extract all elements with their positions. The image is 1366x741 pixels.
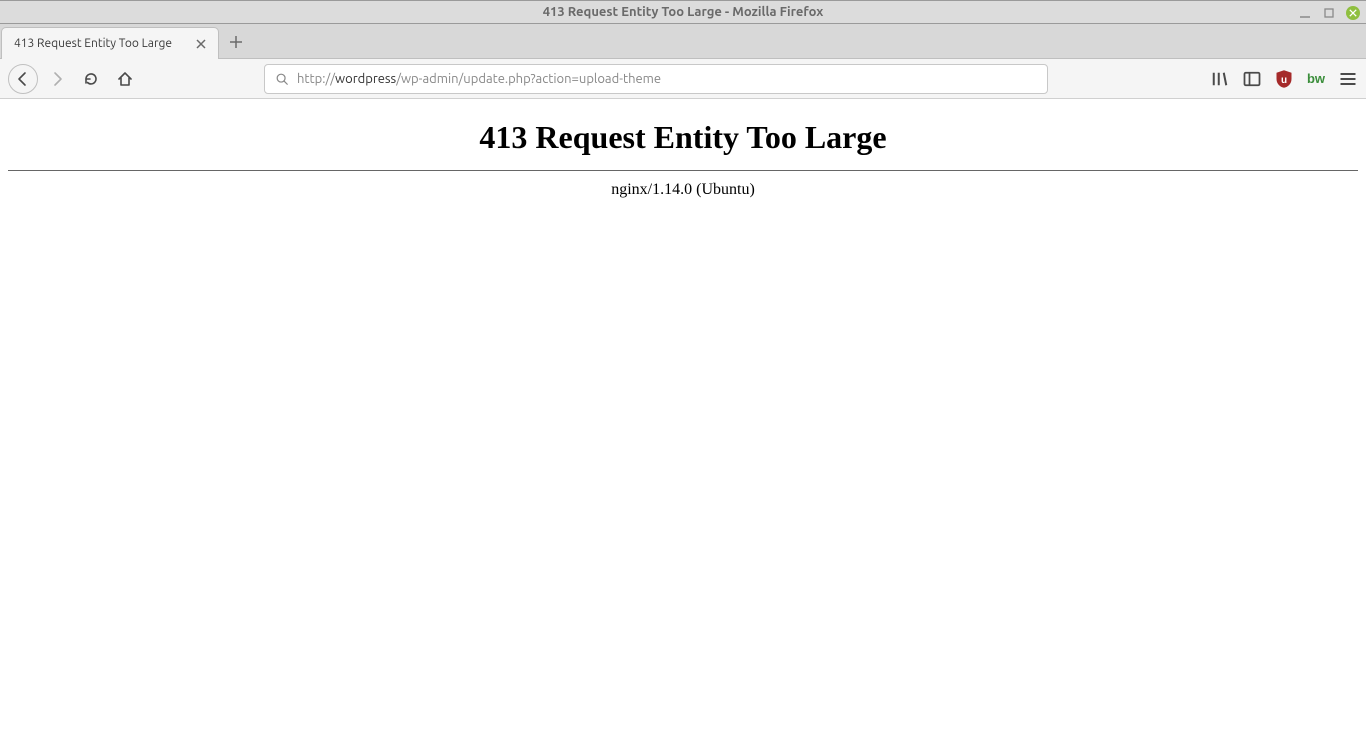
window-titlebar: 413 Request Entity Too Large - Mozilla F…	[0, 0, 1366, 24]
back-button[interactable]	[8, 64, 38, 94]
tab-bar: 413 Request Entity Too Large	[0, 24, 1366, 59]
url-prefix: http://	[297, 72, 335, 86]
bitwarden-icon[interactable]: bw	[1306, 69, 1326, 89]
window-title: 413 Request Entity Too Large - Mozilla F…	[0, 5, 1366, 19]
navigation-toolbar: http://wordpress/wp-admin/update.php?act…	[0, 59, 1366, 99]
new-tab-button[interactable]	[219, 26, 253, 58]
error-heading: 413 Request Entity Too Large	[8, 119, 1358, 156]
library-icon[interactable]	[1210, 69, 1230, 89]
sidebar-icon[interactable]	[1242, 69, 1262, 89]
svg-text:u: u	[1281, 74, 1287, 85]
forward-button[interactable]	[42, 64, 72, 94]
url-bar[interactable]: http://wordpress/wp-admin/update.php?act…	[264, 64, 1048, 94]
ublock-icon[interactable]: u	[1274, 69, 1294, 89]
toolbar-right-icons: u bw	[1210, 69, 1358, 89]
page-content: 413 Request Entity Too Large nginx/1.14.…	[0, 99, 1366, 207]
reload-button[interactable]	[76, 64, 106, 94]
browser-tab[interactable]: 413 Request Entity Too Large	[1, 27, 219, 59]
url-host: wordpress	[335, 72, 396, 86]
divider	[8, 170, 1358, 171]
hamburger-menu-icon[interactable]	[1338, 69, 1358, 89]
url-text: http://wordpress/wp-admin/update.php?act…	[297, 72, 1037, 86]
tab-title: 413 Request Entity Too Large	[14, 37, 192, 50]
home-button[interactable]	[110, 64, 140, 94]
window-controls	[1298, 1, 1360, 25]
window-minimize-button[interactable]	[1298, 6, 1312, 20]
window-maximize-button[interactable]	[1322, 6, 1336, 20]
tab-close-button[interactable]	[192, 35, 210, 53]
search-icon	[275, 72, 289, 86]
url-path: /wp-admin/update.php?action=upload-theme	[396, 72, 661, 86]
window-close-button[interactable]	[1346, 6, 1360, 20]
server-signature: nginx/1.14.0 (Ubuntu)	[8, 181, 1358, 199]
